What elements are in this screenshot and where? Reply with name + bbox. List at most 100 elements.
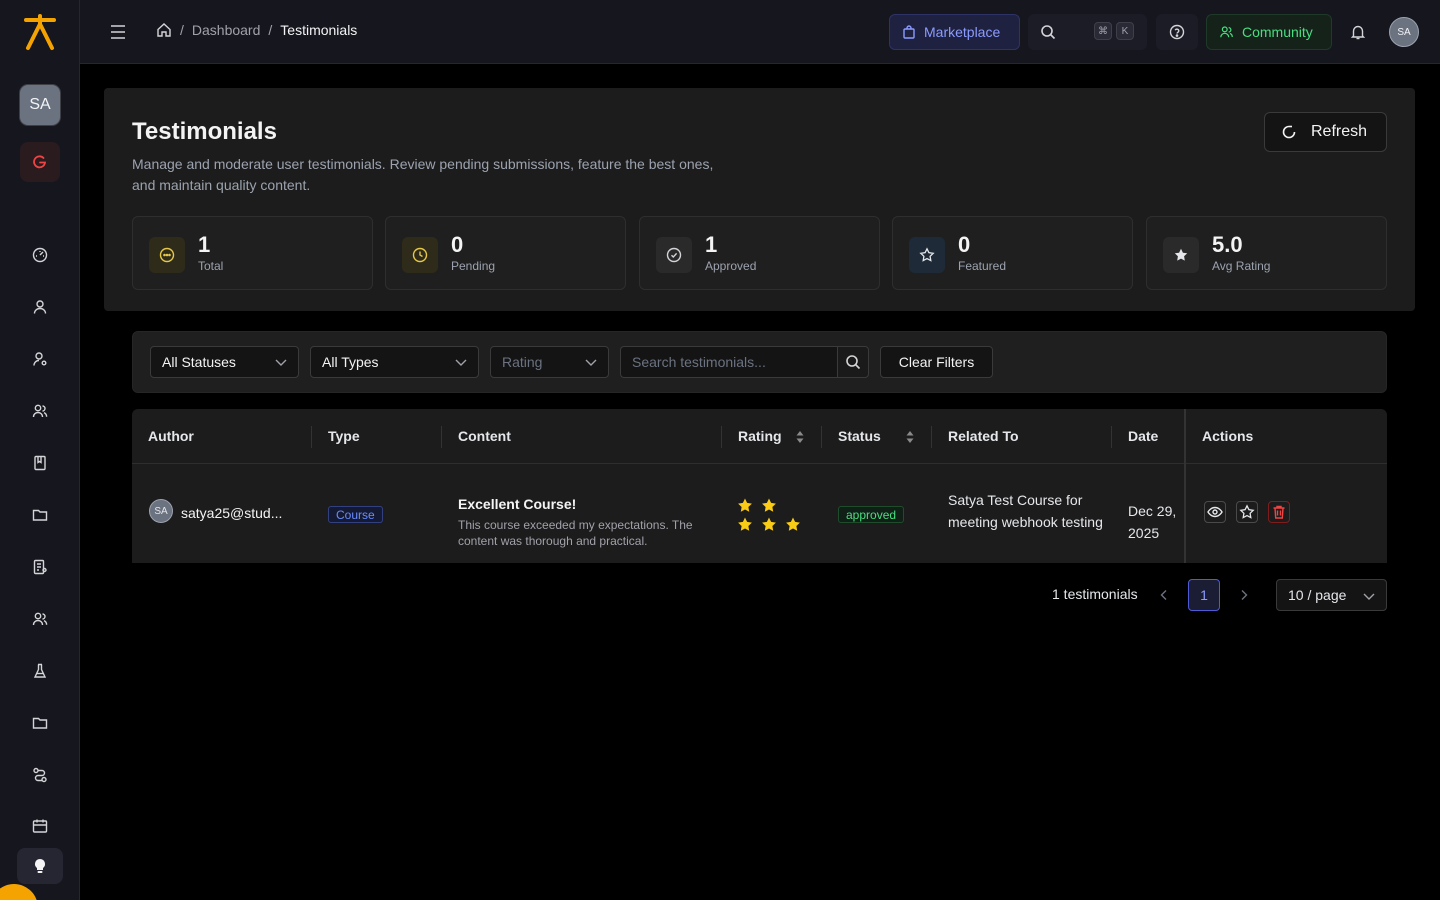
user-avatar[interactable]: SA — [1389, 17, 1419, 47]
help-button[interactable] — [1156, 14, 1198, 50]
notifications-button[interactable] — [1342, 14, 1374, 50]
stat-label: Approved — [705, 259, 757, 273]
stat-label: Total — [198, 259, 224, 273]
pagination-total: 1 testimonials — [1052, 586, 1138, 602]
testimonials-table: Author Type Content Rating Status Relate… — [132, 409, 1387, 563]
sort-icon[interactable] — [795, 429, 805, 445]
folder-icon — [32, 509, 48, 521]
document-user-icon — [33, 559, 47, 575]
bell-icon — [1350, 25, 1366, 40]
refresh-button[interactable]: Refresh — [1264, 112, 1387, 152]
global-search-button[interactable]: ⌘ K — [1028, 14, 1147, 50]
sidebar-item-instructors[interactable] — [28, 399, 52, 423]
sidebar-item-labs[interactable] — [28, 659, 52, 683]
folder-icon — [32, 717, 48, 729]
sidebar-item-files[interactable] — [28, 503, 52, 527]
search-icon — [1041, 25, 1056, 40]
page-size-select[interactable]: 10 / page — [1276, 579, 1387, 611]
search-input[interactable] — [620, 346, 838, 378]
sidebar-item-resources[interactable] — [28, 711, 52, 735]
column-divider — [441, 426, 442, 448]
dashboard-icon — [32, 247, 48, 263]
sidebar-item-documents[interactable] — [28, 555, 52, 579]
chevron-right-icon — [1241, 590, 1248, 600]
brand-logo[interactable] — [22, 12, 58, 52]
page-description: Manage and moderate user testimonials. R… — [132, 156, 714, 193]
clock-icon — [402, 237, 438, 273]
stat-label: Avg Rating — [1212, 259, 1271, 273]
star-icon — [738, 498, 752, 512]
view-button[interactable] — [1204, 501, 1226, 523]
stat-card-featured: 0 Featured — [892, 216, 1133, 290]
lightbulb-icon — [35, 859, 45, 873]
column-header-type: Type — [328, 428, 360, 444]
breadcrumb: / Dashboard / Testimonials — [156, 22, 357, 38]
marketplace-button[interactable]: Marketplace — [889, 14, 1020, 50]
topbar: / Dashboard / Testimonials Marketplace ⌘… — [80, 0, 1440, 64]
prev-page-button[interactable] — [1154, 585, 1174, 605]
users-icon — [1220, 26, 1233, 38]
help-launcher-button[interactable] — [0, 884, 38, 900]
chevron-down-icon — [455, 359, 467, 366]
column-header-date: Date — [1128, 428, 1159, 444]
stat-value: 5.0 — [1212, 232, 1243, 257]
column-header-actions: Actions — [1202, 428, 1254, 444]
stat-card-total: 1 Total — [132, 216, 373, 290]
stat-card-pending: 0 Pending — [385, 216, 626, 290]
next-page-button[interactable] — [1234, 585, 1254, 605]
search-button[interactable] — [837, 346, 869, 378]
rating-filter-placeholder: Rating — [502, 354, 543, 370]
clear-filters-button[interactable]: Clear Filters — [880, 346, 993, 378]
type-filter-select[interactable]: All Types — [310, 346, 479, 378]
logout-button[interactable] — [20, 142, 60, 182]
status-filter-select[interactable]: All Statuses — [150, 346, 299, 378]
page-title: Testimonials — [132, 118, 277, 145]
sidebar-item-ideas[interactable] — [17, 848, 63, 884]
users-group-icon — [32, 612, 48, 626]
star-icon — [786, 517, 800, 531]
star-icon — [738, 517, 752, 531]
sidebar: SA — [0, 0, 80, 900]
column-header-rating[interactable]: Rating — [738, 409, 782, 463]
type-badge: Course — [328, 506, 383, 523]
stat-value: 0 — [958, 232, 971, 257]
sidebar-item-user-settings[interactable] — [28, 347, 52, 371]
testimonial-body: This course exceeded my expectations. Th… — [458, 518, 693, 548]
community-button[interactable]: Community — [1206, 14, 1332, 50]
star-filled-icon — [1163, 237, 1199, 273]
breadcrumb-separator: / — [180, 22, 184, 38]
column-divider — [1111, 426, 1112, 448]
sidebar-item-groups[interactable] — [28, 607, 52, 631]
column-header-status[interactable]: Status — [838, 409, 881, 463]
delete-button[interactable] — [1268, 501, 1290, 523]
testimonial-title: Excellent Course! — [458, 496, 577, 512]
eye-icon — [1207, 506, 1223, 518]
shortcut-key-k: K — [1116, 22, 1134, 40]
sort-icon[interactable] — [905, 429, 915, 445]
chevron-down-icon — [1363, 593, 1375, 600]
status-badge: approved — [838, 506, 905, 523]
column-divider — [931, 426, 932, 448]
stat-value: 1 — [705, 232, 718, 257]
stat-value: 0 — [451, 232, 464, 257]
column-divider — [821, 426, 822, 448]
trash-icon — [1273, 505, 1285, 519]
sidebar-avatar[interactable]: SA — [20, 85, 60, 125]
help-circle-icon — [1169, 24, 1185, 40]
sidebar-item-users[interactable] — [28, 295, 52, 319]
type-filter-value: All Types — [322, 354, 379, 370]
breadcrumb-dashboard-link[interactable]: Dashboard — [192, 22, 261, 38]
community-label: Community — [1242, 24, 1313, 40]
home-icon[interactable] — [156, 22, 172, 38]
chevron-left-icon — [1160, 590, 1167, 600]
shortcut-key-cmd: ⌘ — [1094, 22, 1112, 40]
page-1-button[interactable]: 1 — [1188, 579, 1220, 611]
rating-filter-select[interactable]: Rating — [490, 346, 609, 378]
sidebar-item-calendar[interactable] — [28, 814, 52, 838]
menu-toggle-button[interactable] — [106, 20, 130, 44]
sidebar-item-paths[interactable] — [28, 763, 52, 787]
users-icon — [32, 404, 48, 418]
feature-button[interactable] — [1236, 501, 1258, 523]
sidebar-item-dashboard[interactable] — [28, 243, 52, 267]
sidebar-item-courses[interactable] — [28, 451, 52, 475]
